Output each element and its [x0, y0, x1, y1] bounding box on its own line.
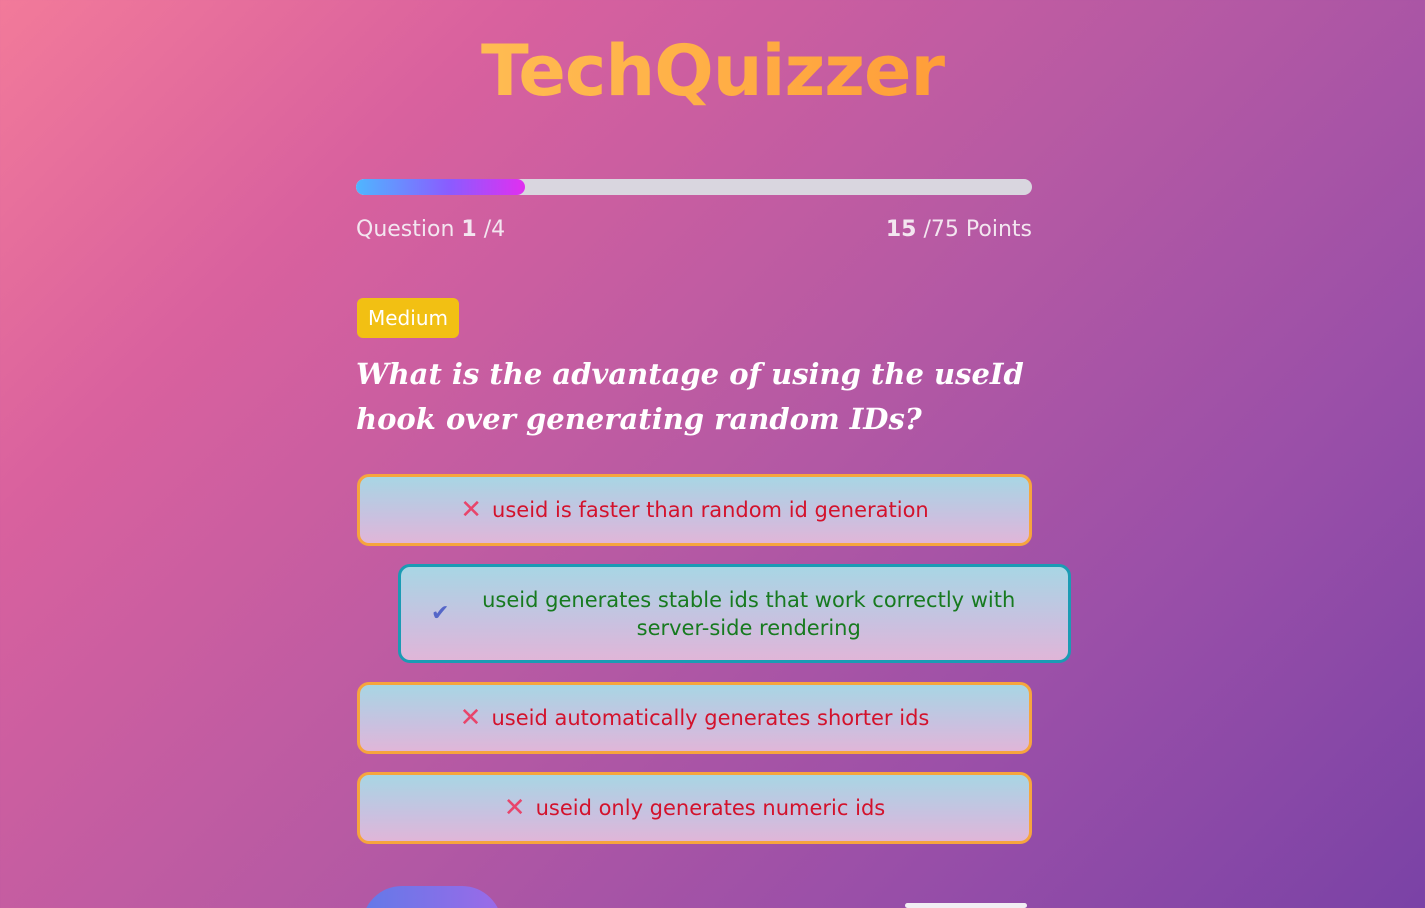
progress-bar [356, 179, 1032, 195]
close-icon: ✕ [459, 703, 482, 733]
answer-option-label: useid only generates numeric ids [535, 796, 886, 820]
answer-option-label: useid automatically generates shorter id… [491, 706, 930, 730]
progress-bar-fill [356, 179, 525, 195]
close-icon: ✕ [503, 793, 526, 823]
answer-option-3[interactable]: ✕ useid automatically generates shorter … [357, 682, 1032, 754]
question-text: What is the advantage of using the useId… [356, 357, 1024, 436]
answer-option-label: useid is faster than random id generatio… [492, 498, 929, 522]
question-current: 1 [461, 217, 477, 242]
question-total: /4 [483, 217, 506, 242]
decorative-blob [362, 886, 502, 908]
decorative-bar [905, 903, 1027, 908]
score-value: 15 [885, 217, 917, 242]
question-counter: Question 1 /4 [356, 215, 505, 245]
answer-option-1[interactable]: ✕ useid is faster than random id generat… [357, 474, 1032, 546]
close-icon: ✕ [460, 495, 483, 525]
score-total: /75 Points [923, 217, 1033, 242]
app-logo: TechQuizzer [0, 26, 1425, 116]
difficulty-badge: Medium [357, 298, 459, 338]
answer-option-4[interactable]: ✕ useid only generates numeric ids [357, 772, 1032, 844]
score-display: 15 /75 Points [886, 215, 1032, 245]
check-icon: ✔ [431, 600, 450, 626]
answer-option-label: useid generates stable ids that work cor… [482, 587, 1016, 640]
question-counter-label: Question [356, 217, 455, 242]
answer-option-2[interactable]: ✔ useid generates stable ids that work c… [398, 564, 1071, 663]
